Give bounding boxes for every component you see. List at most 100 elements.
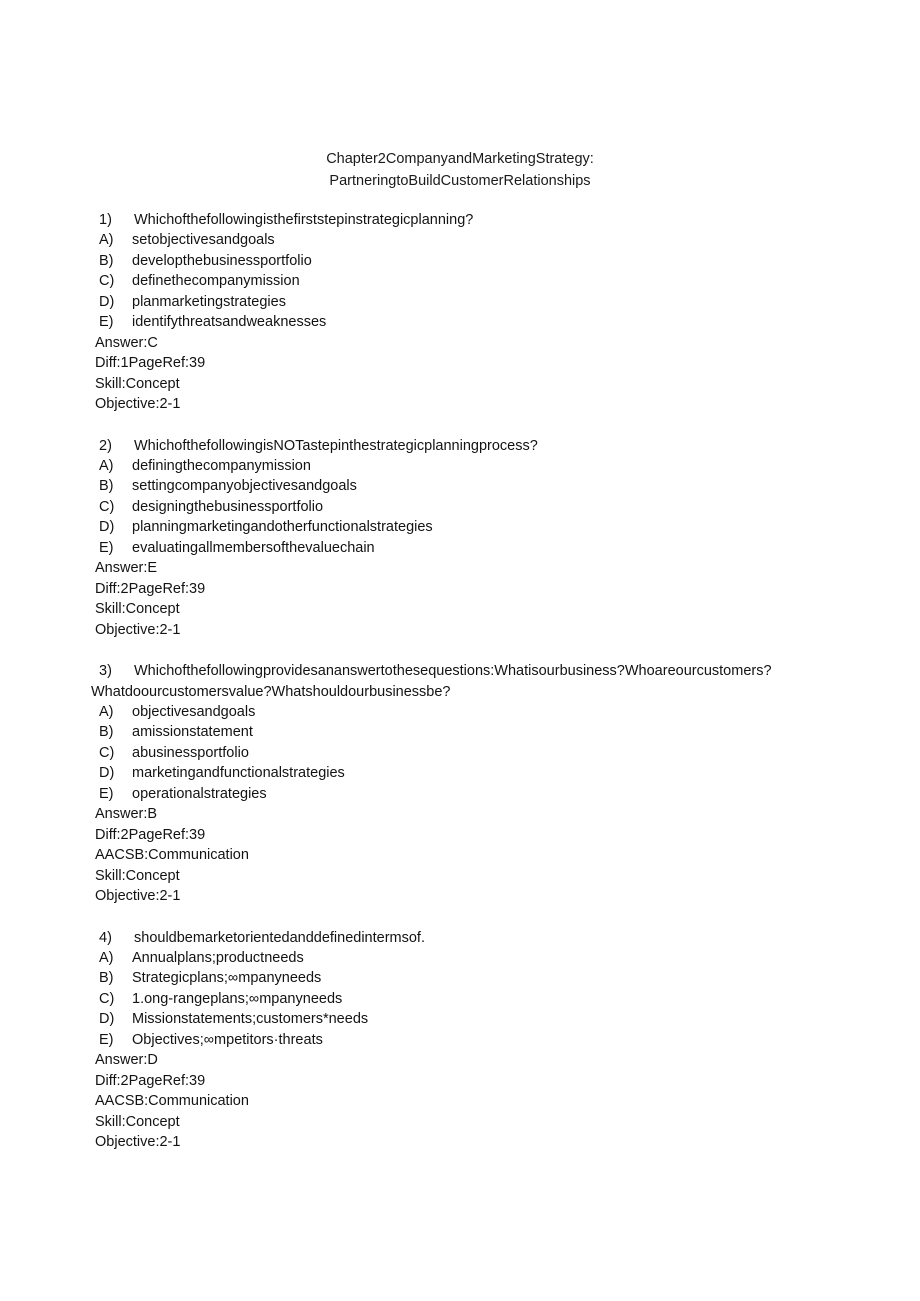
answer-option[interactable]: C) designingthebusinessportfolio [99,497,859,517]
question-text: Whichofthefollowingisthefirststepinstrat… [134,212,474,228]
answer-option[interactable]: D) marketingandfunctionalstrategies [99,763,859,783]
objective-label: Objective:2-1 [95,1134,181,1151]
option-text: objectivesandgoals [132,703,256,720]
difficulty-pageref: Diff:2PageRef:39 [95,1072,206,1089]
answer-option[interactable]: E) identifythreatsandweaknesses [99,312,859,332]
answer-option[interactable]: A) definingthecompanymission [99,456,859,476]
answer-option[interactable]: A) Annualplans;productneeds [99,948,859,968]
option-marker: C) [99,744,115,761]
answer-option[interactable]: E) operationalstrategies [99,784,859,804]
aacsb-label: AACSB:Communication [95,1093,249,1110]
skill-label: Skill:Concept [95,375,180,392]
option-text: abusinessportfolio [132,744,249,761]
answer-key: Answer:C [95,334,158,351]
difficulty-pageref: Diff:2PageRef:39 [95,580,206,597]
option-text: settingcompanyobjectivesandgoals [132,478,357,495]
option-marker: D) [99,293,115,310]
option-marker: D) [99,765,115,782]
option-text: operationalstrategies [132,785,267,802]
option-marker: C) [99,990,115,1007]
option-text: identifythreatsandweaknesses [132,314,327,331]
answer-option[interactable]: C) 1.ong-rangeplans;∞mpanyneeds [99,989,859,1009]
option-text: designingthebusinessportfolio [132,498,324,515]
answer-option[interactable]: A) objectivesandgoals [99,702,859,722]
option-marker: E) [99,539,114,556]
objective-label: Objective:2-1 [95,621,181,638]
answer-key: Answer:E [95,560,158,577]
question-number: 2) [99,437,112,454]
skill-label: Skill:Concept [95,867,180,884]
objective-label: Objective:2-1 [95,888,181,905]
difficulty-pageref: Diff:1PageRef:39 [95,355,206,372]
page-title-line-2: PartneringtoBuildCustomerRelationships [329,173,591,189]
option-marker: A) [99,703,114,720]
question-block: 1) Whichofthefollowingisthefirststepinstr… [95,210,859,415]
option-marker: B) [99,724,114,741]
option-marker: A) [99,457,114,474]
option-marker: C) [99,273,115,290]
answer-option[interactable]: A) setobjectivesandgoals [99,230,859,250]
option-marker: B) [99,970,114,987]
answer-option[interactable]: B) amissionstatement [99,722,859,742]
option-text: evaluatingallmembersofthevaluechain [132,539,375,556]
option-text: marketingandfunctionalstrategies [132,765,345,782]
question-block: 3) Whichofthefollowingprovidesananswertot… [91,661,859,906]
skill-label: Skill:Concept [95,1113,180,1130]
question-stem: 3) Whichofthefollowingprovidesananswertot… [99,661,859,681]
option-text: 1.ong-rangeplans;∞mpanyneeds [132,990,343,1007]
objective-label: Objective:2-1 [95,396,181,413]
option-marker: B) [99,252,114,269]
answer-key: Answer:B [95,806,158,823]
question-stem: 4) shouldbemarketorientedanddefinedinterm… [99,928,859,948]
option-marker: D) [99,1011,115,1028]
option-text: planmarketingstrategies [132,293,286,310]
option-marker: E) [99,785,114,802]
option-marker: B) [99,478,114,495]
page-title-line-1: Chapter2CompanyandMarketingStrategy: [326,151,594,167]
option-text: amissionstatement [132,724,253,741]
answer-key: Answer:D [95,1052,158,1069]
question-text: WhichofthefollowingisNOTastepinthestrate… [134,437,538,454]
aacsb-label: AACSB:Communication [95,847,249,864]
option-text: definethecompanymission [132,273,300,290]
question-number: 4) [99,929,112,946]
page-title: Chapter2CompanyandMarketingStrategy: Par… [0,148,920,192]
question-list: 1) Whichofthefollowingisthefirststepinstr… [91,210,859,1153]
option-marker: A) [99,232,114,249]
difficulty-pageref: Diff:2PageRef:39 [95,826,206,843]
question-block: 4) shouldbemarketorientedanddefinedinterm… [95,928,859,1153]
option-text: setobjectivesandgoals [132,232,275,249]
answer-option[interactable]: D) planningmarketingandotherfunctionalstr… [99,517,859,537]
option-text: developthebusinessportfolio [132,252,312,269]
answer-option[interactable]: B) settingcompanyobjectivesandgoals [99,476,859,496]
answer-option[interactable]: D) planmarketingstrategies [99,292,859,312]
answer-option[interactable]: E) evaluatingallmembersofthevaluechain [99,538,859,558]
answer-option[interactable]: C) abusinessportfolio [99,743,859,763]
option-marker: E) [99,314,114,331]
question-block: 2) WhichofthefollowingisNOTastepinthestra… [95,436,859,641]
question-text: Whichofthefollowingprovidesananswertothe… [134,663,772,680]
answer-option[interactable]: B) developthebusinessportfolio [99,251,859,271]
answer-option[interactable]: C) definethecompanymission [99,271,859,291]
option-text: Strategicplans;∞mpanyneeds [132,970,322,987]
option-marker: C) [99,498,115,515]
option-text: planningmarketingandotherfunctionalstrat… [132,519,433,536]
question-stem: 2) WhichofthefollowingisNOTastepinthestra… [99,436,859,456]
option-marker: E) [99,1031,114,1048]
answer-option[interactable]: B) Strategicplans;∞mpanyneeds [99,968,859,988]
question-number: 3) [99,663,112,680]
skill-label: Skill:Concept [95,601,180,618]
question-text: shouldbemarketorientedanddefinedintermso… [134,929,425,946]
option-marker: A) [99,949,114,966]
option-text: Missionstatements;customers*needs [132,1011,369,1028]
question-number: 1) [99,212,112,228]
answer-option[interactable]: E) Objectives;∞mpetitors·threats [99,1030,859,1050]
question-stem-continuation: Whatdoourcustomersvalue?Whatshouldourbus… [91,683,451,700]
answer-option[interactable]: D) Missionstatements;customers*needs [99,1009,859,1029]
option-text: Annualplans;productneeds [132,949,304,966]
document-page: Chapter2CompanyandMarketingStrategy: Par… [0,0,920,1301]
option-text: definingthecompanymission [132,457,311,474]
option-text: Objectives;∞mpetitors·threats [132,1031,323,1048]
question-stem: 1) Whichofthefollowingisthefirststepinstr… [99,210,859,230]
option-marker: D) [99,519,115,536]
